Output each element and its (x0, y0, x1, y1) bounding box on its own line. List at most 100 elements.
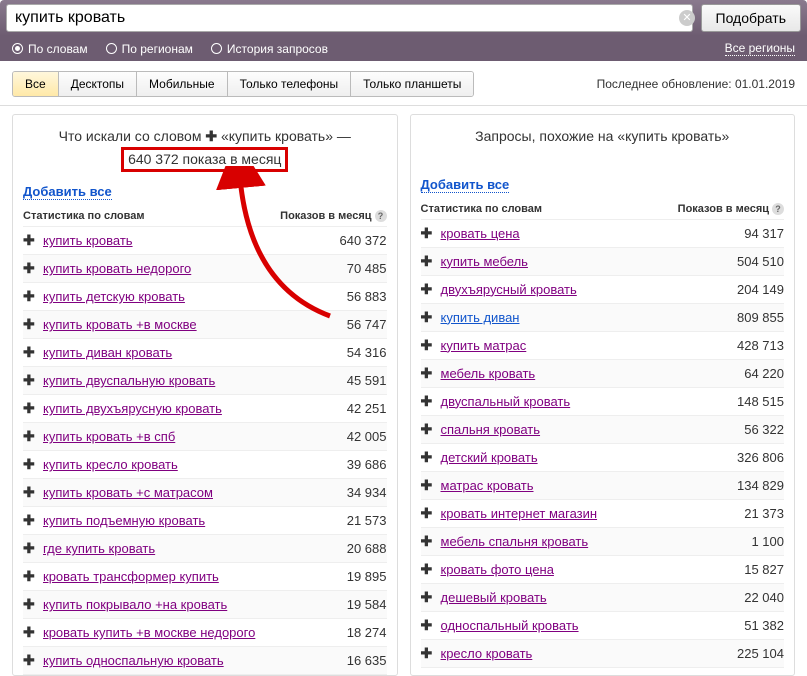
add-icon[interactable]: ✚ (421, 281, 435, 298)
option-history[interactable]: История запросов (211, 42, 328, 56)
count-cell: 94 317 (714, 226, 784, 241)
keyword-link[interactable]: купить кресло кровать (43, 457, 178, 472)
th-word: Статистика по словам (421, 203, 678, 215)
table-row: ✚купить односпальную кровать16 635 (23, 647, 387, 675)
add-icon[interactable]: ✚ (23, 288, 37, 305)
panel-searched-with: Что искали со словом ✚ «купить кровать» … (12, 114, 398, 676)
add-icon[interactable]: ✚ (23, 624, 37, 641)
help-icon[interactable]: ? (375, 210, 387, 222)
keyword-cell: двухъярусный кровать (441, 282, 715, 297)
add-all-link[interactable]: Добавить все (421, 177, 510, 193)
keyword-link[interactable]: мебель кровать (441, 366, 536, 381)
add-icon[interactable]: ✚ (421, 617, 435, 634)
add-icon[interactable]: ✚ (421, 645, 435, 662)
add-icon[interactable]: ✚ (23, 428, 37, 445)
keyword-link[interactable]: купить детскую кровать (43, 289, 185, 304)
keyword-link[interactable]: кровать купить +в москве недорого (43, 625, 255, 640)
tab-tablets[interactable]: Только планшеты (351, 72, 473, 96)
keyword-cell: купить кровать +в спб (43, 429, 317, 444)
keyword-link[interactable]: купить диван кровать (43, 345, 172, 360)
radio-icon (211, 43, 222, 54)
keyword-link[interactable]: детский кровать (441, 450, 538, 465)
add-icon[interactable]: ✚ (421, 421, 435, 438)
option-by-words[interactable]: По словам (12, 42, 88, 56)
keyword-link[interactable]: односпальный кровать (441, 618, 579, 633)
keyword-link[interactable]: купить мебель (441, 254, 528, 269)
keyword-link[interactable]: купить кровать (43, 233, 133, 248)
add-icon[interactable]: ✚ (23, 372, 37, 389)
keyword-cell: купить кровать (43, 233, 317, 248)
add-icon[interactable]: ✚ (23, 652, 37, 669)
keyword-link[interactable]: купить подъемную кровать (43, 513, 205, 528)
add-icon[interactable]: ✚ (23, 456, 37, 473)
keyword-link[interactable]: купить покрывало +на кровать (43, 597, 227, 612)
count-cell: 56 322 (714, 422, 784, 437)
add-icon[interactable]: ✚ (23, 484, 37, 501)
add-icon[interactable]: ✚ (23, 344, 37, 361)
keyword-cell: купить диван (441, 310, 715, 325)
add-icon[interactable]: ✚ (421, 393, 435, 410)
keyword-cell: односпальный кровать (441, 618, 715, 633)
table-row: ✚мебель спальня кровать1 100 (421, 528, 785, 556)
tab-mobile[interactable]: Мобильные (137, 72, 228, 96)
tab-phones[interactable]: Только телефоны (228, 72, 352, 96)
table-row: ✚кровать фото цена15 827 (421, 556, 785, 584)
keyword-link[interactable]: мебель спальня кровать (441, 534, 589, 549)
search-input[interactable] (6, 4, 693, 32)
keyword-link[interactable]: купить кровать недорого (43, 261, 191, 276)
keyword-link[interactable]: купить диван (441, 310, 520, 325)
add-icon[interactable]: ✚ (421, 505, 435, 522)
add-icon[interactable]: ✚ (23, 400, 37, 417)
option-by-regions[interactable]: По регионам (106, 42, 193, 56)
add-icon[interactable]: ✚ (23, 540, 37, 557)
add-icon[interactable]: ✚ (421, 225, 435, 242)
keyword-link[interactable]: купить односпальную кровать (43, 653, 224, 668)
add-icon[interactable]: ✚ (421, 477, 435, 494)
count-cell: 56 883 (317, 289, 387, 304)
keyword-link[interactable]: спальня кровать (441, 422, 541, 437)
keyword-link[interactable]: дешевый кровать (441, 590, 547, 605)
keyword-cell: кровать цена (441, 226, 715, 241)
keyword-link[interactable]: кресло кровать (441, 646, 533, 661)
add-icon[interactable]: ✚ (421, 449, 435, 466)
all-regions-link[interactable]: Все регионы (725, 41, 795, 56)
count-cell: 64 220 (714, 366, 784, 381)
help-icon[interactable]: ? (772, 203, 784, 215)
add-icon[interactable]: ✚ (421, 337, 435, 354)
add-icon[interactable]: ✚ (23, 512, 37, 529)
add-icon[interactable]: ✚ (23, 316, 37, 333)
add-icon[interactable]: ✚ (421, 253, 435, 270)
plus-icon[interactable]: ✚ (205, 128, 217, 144)
add-icon[interactable]: ✚ (23, 232, 37, 249)
count-cell: 70 485 (317, 261, 387, 276)
add-icon[interactable]: ✚ (421, 365, 435, 382)
panel-title: Что искали со словом ✚ «купить кровать» … (23, 127, 387, 172)
clear-icon[interactable]: ✕ (679, 10, 695, 26)
add-all-link[interactable]: Добавить все (23, 184, 112, 200)
keyword-link[interactable]: двуспальный кровать (441, 394, 571, 409)
keyword-link[interactable]: кровать цена (441, 226, 520, 241)
add-icon[interactable]: ✚ (421, 561, 435, 578)
add-icon[interactable]: ✚ (421, 309, 435, 326)
keyword-link[interactable]: купить двуспальную кровать (43, 373, 215, 388)
keyword-link[interactable]: кровать трансформер купить (43, 569, 219, 584)
keyword-link[interactable]: купить кровать +в москве (43, 317, 197, 332)
add-icon[interactable]: ✚ (23, 568, 37, 585)
keyword-link[interactable]: купить матрас (441, 338, 527, 353)
keyword-link[interactable]: матрас кровать (441, 478, 534, 493)
keyword-link[interactable]: купить кровать +в спб (43, 429, 175, 444)
tab-desktops[interactable]: Десктопы (59, 72, 137, 96)
add-icon[interactable]: ✚ (421, 589, 435, 606)
submit-button[interactable]: Подобрать (701, 4, 802, 32)
keyword-link[interactable]: где купить кровать (43, 541, 155, 556)
add-icon[interactable]: ✚ (23, 260, 37, 277)
keyword-link[interactable]: кровать фото цена (441, 562, 554, 577)
keyword-link[interactable]: купить кровать +с матрасом (43, 485, 213, 500)
keyword-link[interactable]: кровать интернет магазин (441, 506, 598, 521)
add-icon[interactable]: ✚ (421, 533, 435, 550)
keyword-link[interactable]: двухъярусный кровать (441, 282, 577, 297)
keyword-link[interactable]: купить двухъярусную кровать (43, 401, 222, 416)
keyword-cell: купить односпальную кровать (43, 653, 317, 668)
tab-all[interactable]: Все (13, 72, 59, 96)
keyword-cell: детский кровать (441, 450, 715, 465)
